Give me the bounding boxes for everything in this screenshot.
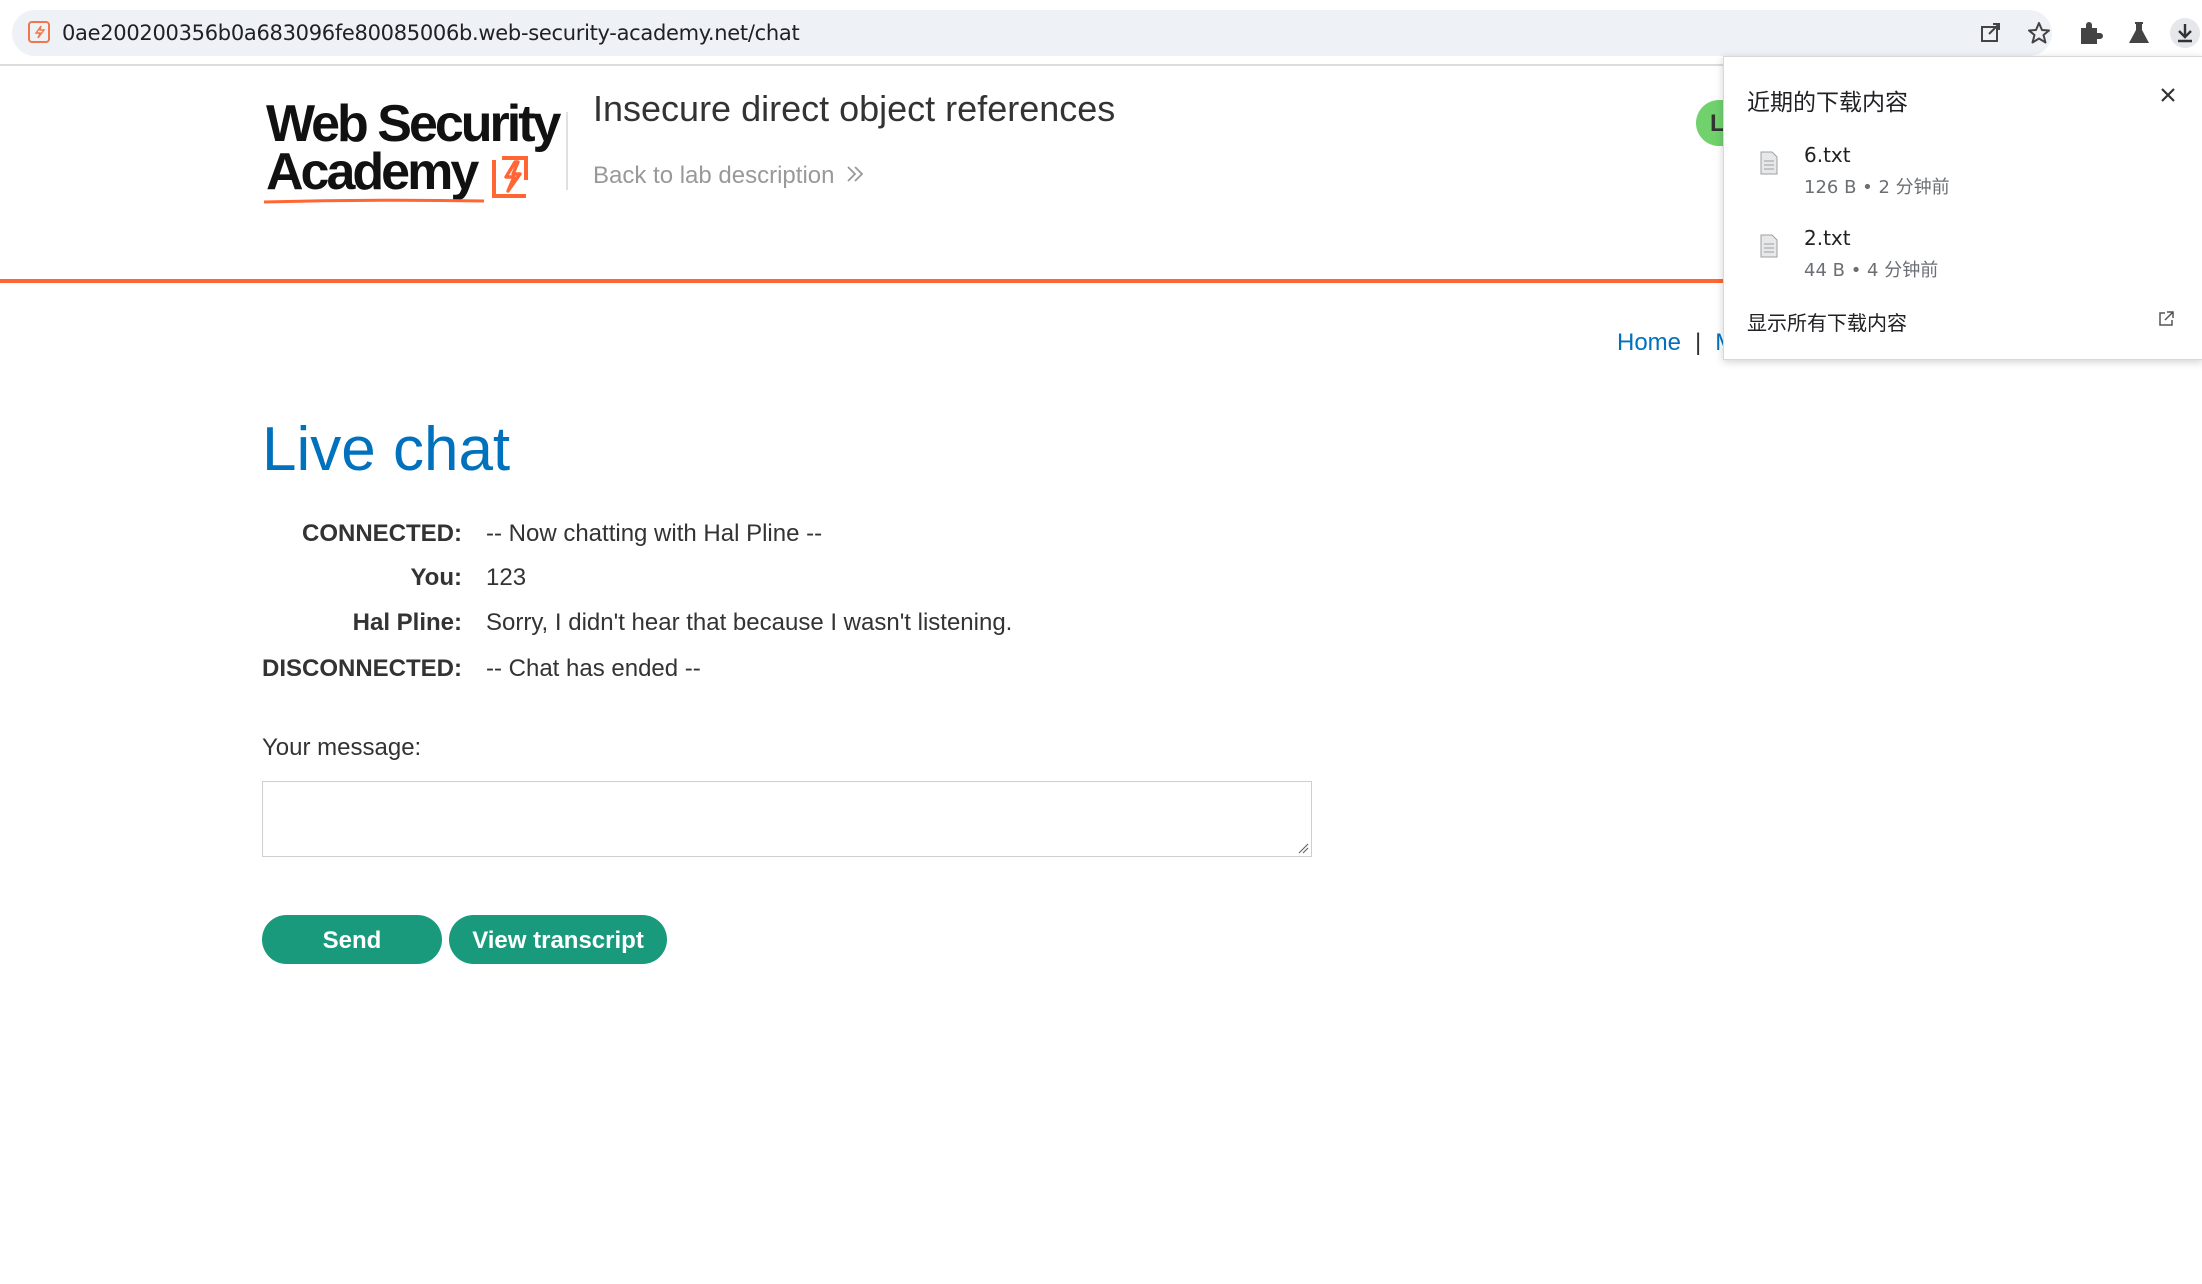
download-file-meta: 44 B • 4 分钟前 — [1804, 260, 1939, 281]
page-title: Live chat — [262, 415, 511, 484]
chat-message-text: 123 — [486, 564, 527, 591]
file-icon — [1760, 234, 1778, 258]
logo-bolt-icon — [492, 156, 528, 198]
logo-underline — [264, 198, 484, 204]
chat-message-text: -- Now chatting with Hal Pline -- — [486, 520, 823, 547]
web-security-academy-logo[interactable]: Web Security Academy — [260, 94, 561, 209]
double-chevron-right-icon[interactable] — [845, 164, 865, 184]
resize-grip-icon[interactable] — [1297, 842, 1309, 854]
download-icon[interactable] — [2170, 18, 2200, 48]
download-file-meta: 126 B • 2 分钟前 — [1804, 177, 1950, 198]
downloads-title: 近期的下载内容 — [1747, 90, 1908, 116]
message-label: Your message: — [262, 734, 422, 761]
chat-sender-label: DISCONNECTED: — [261, 655, 462, 682]
view-transcript-button[interactable]: View transcript — [449, 915, 667, 964]
back-to-lab-description-link[interactable]: Back to lab description — [593, 162, 834, 190]
nav-separator: | — [1695, 329, 1702, 356]
chat-sender-label: You: — [410, 564, 462, 591]
message-input[interactable] — [262, 781, 1312, 857]
show-all-downloads-link[interactable]: 显示所有下载内容 — [1747, 307, 1907, 336]
logo-text-line2: Academy — [266, 143, 479, 201]
address-bar[interactable]: 0ae200200356b0a683096fe80085006b.web-sec… — [12, 10, 2052, 56]
download-item[interactable]: 2.txt 44 B • 4 分钟前 — [1724, 224, 2202, 294]
share-icon[interactable] — [1978, 20, 2004, 46]
close-icon[interactable] — [2160, 87, 2176, 103]
site-favicon-icon[interactable] — [28, 21, 50, 43]
header-divider — [566, 112, 568, 190]
labs-flask-icon[interactable] — [2124, 18, 2154, 48]
chat-message-text: -- Chat has ended -- — [486, 655, 701, 682]
download-file-name[interactable]: 6.txt — [1804, 143, 1851, 167]
downloads-popup: 近期的下载内容 6.txt 126 B • 2 分钟前 2.txt 44 B •… — [1723, 56, 2202, 360]
top-nav: Home|M — [1617, 329, 1735, 357]
chat-message-text: Sorry, I didn't hear that because I wasn… — [486, 609, 1013, 636]
download-file-name[interactable]: 2.txt — [1804, 226, 1851, 250]
chat-sender-label: CONNECTED: — [302, 520, 462, 547]
download-item[interactable]: 6.txt 126 B • 2 分钟前 — [1724, 141, 2202, 211]
send-button[interactable]: Send — [262, 915, 442, 964]
open-external-icon[interactable] — [2157, 310, 2175, 328]
extensions-icon[interactable] — [2075, 18, 2105, 48]
lab-title: Insecure direct object references — [593, 88, 1116, 129]
nav-home-link[interactable]: Home — [1617, 329, 1681, 356]
chat-sender-label: Hal Pline: — [352, 609, 462, 636]
bookmark-star-icon[interactable] — [2026, 20, 2052, 46]
file-icon — [1760, 151, 1778, 175]
address-url[interactable]: 0ae200200356b0a683096fe80085006b.web-sec… — [62, 21, 800, 45]
